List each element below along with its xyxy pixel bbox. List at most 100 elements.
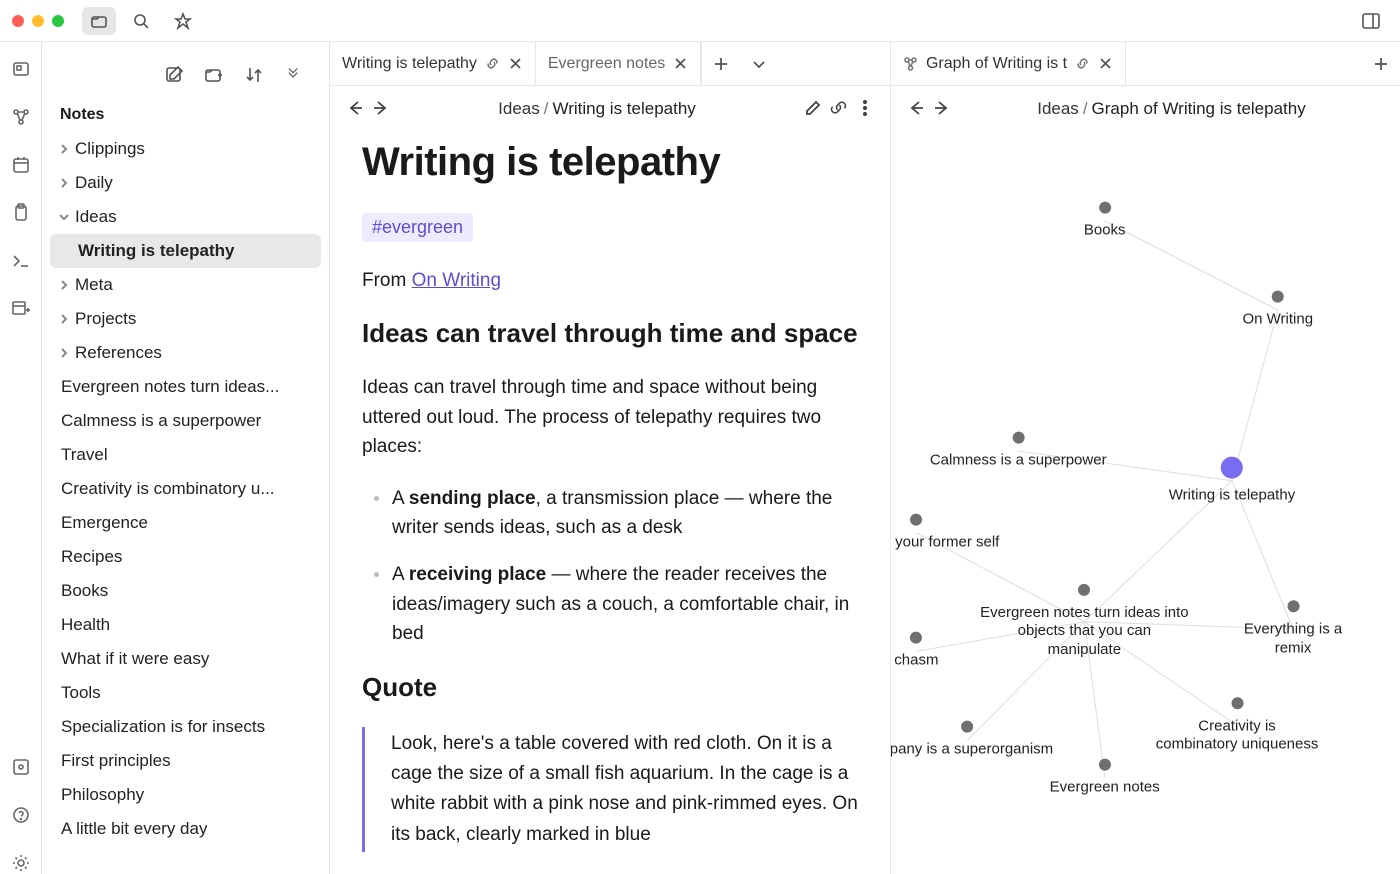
sidebar-note[interactable]: Travel <box>50 438 321 472</box>
node-label: Creativity is combinatory uniqueness <box>1156 717 1319 755</box>
graph-node[interactable]: chasm <box>894 632 938 671</box>
search-icon <box>132 12 150 30</box>
sidebar-note[interactable]: What if it were easy <box>50 642 321 676</box>
sidebar-note[interactable]: Books <box>50 574 321 608</box>
templates-button[interactable] <box>6 198 36 228</box>
sidebar-note[interactable]: Tools <box>50 676 321 710</box>
breadcrumb-right[interactable]: Ideas/Graph of Writing is telepathy <box>959 99 1384 119</box>
sidebar-note[interactable]: Writing is telepathy <box>50 234 321 268</box>
node-label: Evergreen notes turn ideas into objects … <box>979 604 1189 660</box>
sidebar-note[interactable]: Calmness is a superpower <box>50 404 321 438</box>
sidebar-item-label: Recipes <box>61 547 122 567</box>
note-title: Writing is telepathy <box>362 140 858 185</box>
sidebar-item-label: First principles <box>61 751 171 771</box>
sidebar-actions <box>42 42 329 102</box>
more-options-button[interactable] <box>856 99 874 120</box>
graph-node[interactable]: Evergreen notes turn ideas into objects … <box>979 584 1189 660</box>
nav-forward-button[interactable] <box>372 99 390 120</box>
graph-node[interactable]: Evergreen notes <box>1050 758 1160 797</box>
vault-button[interactable] <box>6 752 36 782</box>
maximize-window-button[interactable] <box>52 15 64 27</box>
node-label: Calmness is a superpower <box>930 452 1107 471</box>
search-button[interactable] <box>124 7 158 35</box>
sidebar-note[interactable]: Health <box>50 608 321 642</box>
graph-node[interactable]: Calmness is a superpower <box>930 432 1107 471</box>
sort-button[interactable] <box>239 60 269 90</box>
close-window-button[interactable] <box>12 15 24 27</box>
edit-mode-button[interactable] <box>804 99 822 120</box>
editor-pane: Writing is telepathy Evergreen notes Idea… <box>330 42 891 874</box>
tab[interactable]: Evergreen notes <box>536 42 701 85</box>
new-folder-button[interactable] <box>199 60 229 90</box>
sidebar-note[interactable]: Specialization is for insects <box>50 710 321 744</box>
new-tab-button[interactable] <box>702 42 740 85</box>
daily-notes-button[interactable] <box>6 150 36 180</box>
note-content[interactable]: Writing is telepathy #evergreen From On … <box>330 132 890 874</box>
graph-node[interactable]: Books <box>1084 202 1126 241</box>
graph-icon <box>903 56 918 71</box>
sidebar-folder[interactable]: Daily <box>50 166 321 200</box>
graph-view-button[interactable] <box>6 102 36 132</box>
tab-title: Writing is telepathy <box>342 55 477 73</box>
minimize-window-button[interactable] <box>32 15 44 27</box>
tab-list-button[interactable] <box>740 42 778 85</box>
note-tag[interactable]: #evergreen <box>362 213 473 242</box>
graph-node[interactable]: Writing is telepathy <box>1169 456 1295 505</box>
chevron-down-icon <box>751 56 767 72</box>
node-label: On Writing <box>1242 311 1313 330</box>
sidebar-note[interactable]: Evergreen notes turn ideas... <box>50 370 321 404</box>
tabbar-left: Writing is telepathy Evergreen notes <box>330 42 890 86</box>
tab[interactable]: Graph of Writing is t <box>891 42 1126 85</box>
node-dot-icon <box>1012 432 1024 444</box>
close-icon[interactable] <box>1098 56 1113 71</box>
close-icon[interactable] <box>673 56 688 71</box>
node-label: chasm <box>894 652 938 671</box>
calendar-icon <box>11 155 31 175</box>
node-dot-icon <box>1078 584 1090 596</box>
sidebar-note[interactable]: Recipes <box>50 540 321 574</box>
graph-node[interactable]: npany is a superorganism <box>891 721 1053 760</box>
new-canvas-button[interactable] <box>6 294 36 324</box>
new-tab-button[interactable] <box>1362 42 1400 85</box>
sidebar-item-label: Health <box>61 615 110 635</box>
nav-back-button[interactable] <box>346 99 364 120</box>
toggle-right-panel-button[interactable] <box>1354 7 1388 35</box>
copy-link-button[interactable] <box>830 99 848 120</box>
collapse-button[interactable] <box>279 60 309 90</box>
sidebar-note[interactable]: Philosophy <box>50 778 321 812</box>
settings-button[interactable] <box>6 848 36 874</box>
sidebar-note[interactable]: Creativity is combinatory u... <box>50 472 321 506</box>
breadcrumb-left[interactable]: Ideas/Writing is telepathy <box>398 99 796 119</box>
icon-rail <box>0 42 42 874</box>
help-button[interactable] <box>6 800 36 830</box>
files-button[interactable] <box>82 7 116 35</box>
graph-node[interactable]: Everything is a remix <box>1240 600 1347 658</box>
graph-icon <box>11 107 31 127</box>
sidebar-note[interactable]: First principles <box>50 744 321 778</box>
graph-canvas[interactable]: Books On Writing Calmness is a superpower W… <box>891 132 1400 874</box>
graph-node[interactable]: gation to your former self <box>891 513 999 552</box>
close-icon[interactable] <box>508 56 523 71</box>
pencil-icon <box>804 99 822 117</box>
node-label: Everything is a remix <box>1240 620 1347 658</box>
sidebar-folder[interactable]: Clippings <box>50 132 321 166</box>
sidebar-folder[interactable]: References <box>50 336 321 370</box>
graph-node[interactable]: On Writing <box>1242 291 1313 330</box>
sidebar-folder[interactable]: Projects <box>50 302 321 336</box>
command-palette-button[interactable] <box>6 246 36 276</box>
sidebar-item-label: Evergreen notes turn ideas... <box>61 377 279 397</box>
tabbar-right: Graph of Writing is t <box>891 42 1400 86</box>
sidebar-note[interactable]: Emergence <box>50 506 321 540</box>
quick-switcher-button[interactable] <box>6 54 36 84</box>
sidebar-folder[interactable]: Ideas <box>50 200 321 234</box>
node-dot-icon <box>1272 291 1284 303</box>
graph-node[interactable]: Creativity is combinatory uniqueness <box>1156 697 1319 755</box>
new-note-button[interactable] <box>159 60 189 90</box>
tab[interactable]: Writing is telepathy <box>330 42 536 85</box>
nav-forward-button[interactable] <box>933 99 951 120</box>
sidebar-folder[interactable]: Meta <box>50 268 321 302</box>
nav-back-button[interactable] <box>907 99 925 120</box>
from-link[interactable]: On Writing <box>412 270 501 291</box>
sidebar-note[interactable]: A little bit every day <box>50 812 321 846</box>
bookmarks-button[interactable] <box>166 7 200 35</box>
